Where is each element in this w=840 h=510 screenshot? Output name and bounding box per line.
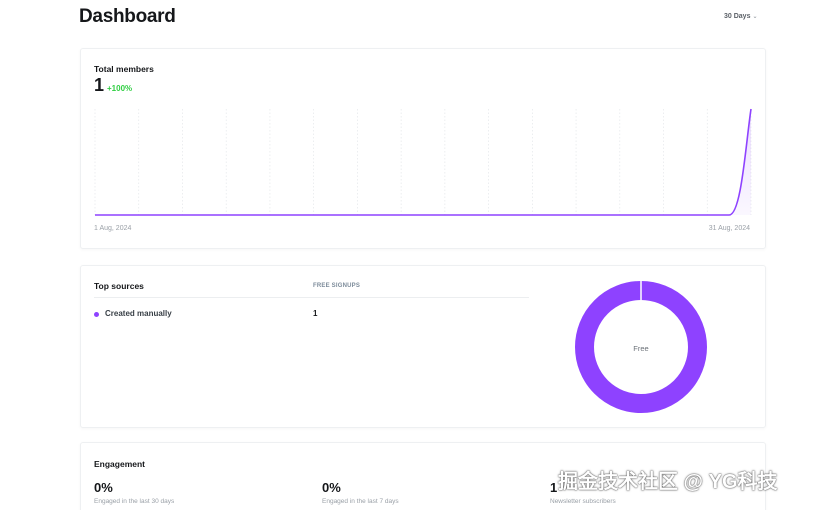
top-sources-label: Top sources — [94, 281, 144, 291]
metric-value: 0% — [94, 480, 113, 495]
metric-description: Engaged in the last 7 days — [322, 498, 399, 505]
sources-divider — [94, 297, 529, 298]
dashboard-page: Dashboard 30 Days ⌄ Total members 1 +100… — [0, 0, 840, 510]
total-members-label: Total members — [94, 64, 154, 74]
top-sources-card: Top sources FREE SIGNUPS Created manuall… — [80, 265, 766, 428]
source-color-dot — [94, 312, 99, 317]
metric-description: Newsletter subscribers — [550, 498, 616, 505]
members-area — [95, 109, 751, 215]
total-members-card: Total members 1 +100% 1 Aug, 2024 31 Aug… — [80, 48, 766, 249]
chart-grid — [94, 109, 752, 215]
total-members-change: +100% — [107, 84, 133, 93]
free-signups-header: FREE SIGNUPS — [313, 283, 361, 289]
metric-description: Engaged in the last 30 days — [94, 498, 175, 505]
chevron-down-icon: ⌄ — [752, 14, 758, 20]
watermark: 掘金技术社区 @ YG科技 — [558, 471, 778, 493]
engagement-metric-30-days: 0% Engaged in the last 30 days — [94, 480, 174, 505]
total-members-value: 1 — [94, 75, 105, 95]
chart-end-date: 31 Aug, 2024 — [708, 225, 750, 232]
chart-start-date: 1 Aug, 2024 — [94, 225, 132, 232]
metric-value: 0% — [322, 480, 341, 495]
date-range-label: 30 Days — [724, 13, 751, 20]
source-value: 1 — [313, 309, 318, 318]
page-title: Dashboard — [79, 6, 176, 27]
members-line — [95, 108, 752, 216]
members-chart[interactable] — [94, 105, 752, 221]
donut-center-label: Free — [633, 344, 649, 353]
engagement-metric-7-days: 0% Engaged in the last 7 days — [322, 480, 399, 505]
date-range-select[interactable]: 30 Days ⌄ — [724, 13, 758, 20]
engagement-label: Engagement — [94, 459, 146, 469]
source-name: Created manually — [105, 309, 172, 318]
source-row[interactable]: Created manually 1 — [94, 309, 529, 321]
